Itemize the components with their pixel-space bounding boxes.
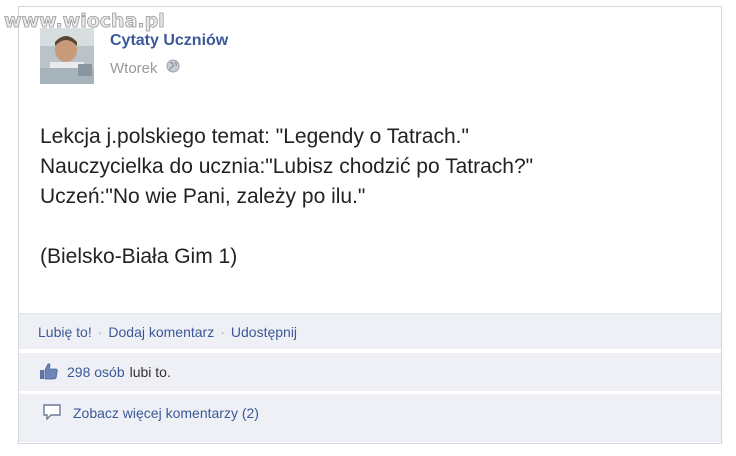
likes-count[interactable]: 298 osób xyxy=(67,364,125,380)
post-meta: Wtorek xyxy=(110,59,180,77)
like-link[interactable]: Lubię to! xyxy=(38,324,92,340)
view-more-comments-link[interactable]: Zobacz więcej komentarzy (2) xyxy=(73,405,259,421)
post-line: Nauczycielka do ucznia:"Lubisz chodzić p… xyxy=(40,155,534,178)
comment-bubble-icon xyxy=(43,403,61,423)
avatar[interactable] xyxy=(40,28,94,84)
thumbs-up-icon xyxy=(39,362,59,383)
post-line: Lekcja j.polskiego temat: "Legendy o Tat… xyxy=(40,125,469,148)
separator: · xyxy=(97,323,103,340)
post-actions-bar: Lubię to! · Dodaj komentarz · Udostępnij xyxy=(19,313,721,349)
post-line-empty xyxy=(40,212,533,242)
post-line: Uczeń:"No wie Pani, zależy po ilu." xyxy=(40,185,366,208)
globe-icon xyxy=(166,59,180,77)
comment-link[interactable]: Dodaj komentarz xyxy=(108,324,214,340)
likes-row: 298 osób lubi to. xyxy=(19,353,721,391)
separator: · xyxy=(220,323,225,340)
likes-text: lubi to. xyxy=(129,364,171,380)
share-link[interactable]: Udostępnij xyxy=(231,324,297,340)
comments-row: Zobacz więcej komentarzy (2) xyxy=(19,394,721,432)
timestamp[interactable]: Wtorek xyxy=(110,60,158,77)
post-body: Lekcja j.polskiego temat: "Legendy o Tat… xyxy=(40,122,533,272)
post-line: (Bielsko-Biała Gim 1) xyxy=(40,245,238,268)
page-name-link[interactable]: Cytaty Uczniów xyxy=(110,32,228,50)
comments-bottom-strip xyxy=(19,432,721,442)
